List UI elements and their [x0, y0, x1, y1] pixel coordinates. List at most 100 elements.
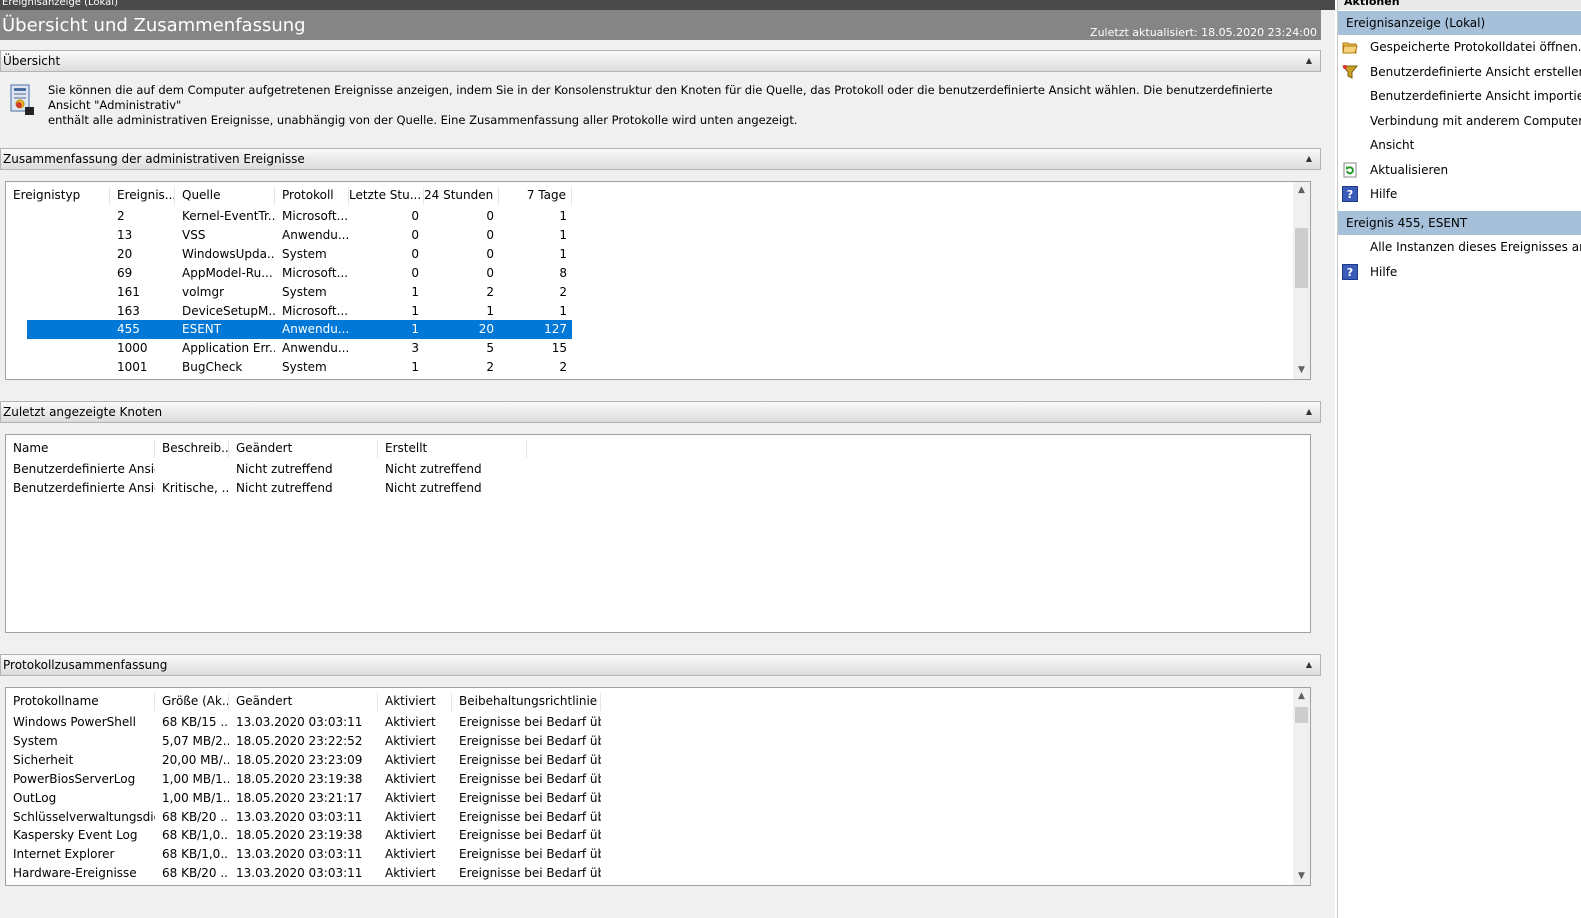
column-header[interactable]: Protokoll: [275, 187, 349, 205]
table-row[interactable]: Windows PowerShell 68 KB/15 ... 13.03.2020…: [6, 713, 601, 732]
table-row[interactable]: 1001 BugCheck System 1 2 2: [6, 358, 572, 377]
table-row[interactable]: Sicherheit 20,00 MB/... 18.05.2020 23:23:0…: [6, 751, 601, 770]
collapse-icon[interactable]: ▲: [1306, 402, 1312, 422]
table-cell: System: [282, 246, 327, 261]
overview-section-header[interactable]: Übersicht ▲: [0, 50, 1321, 72]
table-row[interactable]: System 5,07 MB/2... 18.05.2020 23:22:52 Akt…: [6, 732, 601, 751]
table-row[interactable]: Hardware-Ereignisse 68 KB/20 ... 13.03.202…: [6, 864, 601, 883]
actions-group-event[interactable]: Ereignis 455, ESENT: [1338, 211, 1581, 235]
recent-nodes-table[interactable]: Name Beschreib... Geändert Erstellt Benutzer…: [5, 434, 1311, 633]
vertical-scrollbar[interactable]: ▲ ▼: [1293, 688, 1310, 885]
column-header[interactable]: Name: [6, 440, 155, 458]
table-row[interactable]: 20 WindowsUpda... System 0 0 1: [6, 245, 572, 264]
table-row[interactable]: 163 DeviceSetupM... Microsoft... 1 1 1: [6, 302, 572, 321]
actions-pane: Aktionen Ereignisanzeige (Lokal) Gespeic…: [1337, 0, 1581, 918]
column-header[interactable]: Letzte Stu...: [349, 187, 424, 205]
actions-title: Aktionen: [1338, 0, 1581, 10]
table-cell: Ereignisse bei Bedarf üb...: [459, 715, 601, 729]
column-header[interactable]: Geändert: [229, 693, 378, 711]
vertical-scrollbar[interactable]: ▲ ▼: [1293, 182, 1310, 379]
collapse-icon[interactable]: ▲: [1306, 51, 1312, 71]
table-cell: 0: [486, 246, 494, 261]
table-cell: 0: [411, 227, 419, 242]
table-cell: Aktiviert: [385, 733, 436, 748]
action-ansicht[interactable]: Ansicht: [1338, 134, 1581, 156]
table-cell: 0: [486, 265, 494, 280]
column-header[interactable]: Beibehaltungsrichtlinie: [452, 693, 601, 711]
table-row[interactable]: Internet Explorer 68 KB/1,0... 13.03.2020 …: [6, 845, 601, 864]
table-cell: 1: [559, 303, 567, 318]
action-alle-instanzen-dieses-ereignisses-anzeigen[interactable]: Alle Instanzen dieses Ereignisses anzeig…: [1338, 236, 1581, 258]
action-gespeicherte-protokolldatei-öffnen[interactable]: Gespeicherte Protokolldatei öffnen...: [1338, 36, 1581, 58]
table-cell: Aktiviert: [385, 828, 436, 843]
column-header[interactable]: Erstellt: [378, 440, 527, 458]
scroll-down-icon[interactable]: ▼: [1293, 868, 1310, 885]
scroll-up-icon[interactable]: ▲: [1293, 182, 1310, 199]
table-cell: 0: [486, 227, 494, 242]
table-row[interactable]: 13 VSS Anwendu... 0 0 1: [6, 226, 572, 245]
table-cell: 18.05.2020 23:19:38: [236, 828, 363, 843]
table-cell: 0: [411, 209, 419, 223]
column-header[interactable]: Größe (Ak...: [155, 693, 229, 711]
action-aktualisieren[interactable]: Aktualisieren: [1338, 159, 1581, 181]
action-benutzerdefinierte-ansicht-importieren[interactable]: Benutzerdefinierte Ansicht importieren..…: [1338, 85, 1581, 107]
table-row[interactable]: Kaspersky Event Log 68 KB/1,0... 18.05.202…: [6, 826, 601, 845]
table-cell: 2: [559, 284, 567, 299]
column-header[interactable]: Ereignis...: [110, 187, 175, 205]
action-label: Hilfe: [1370, 264, 1398, 279]
column-header[interactable]: 7 Tage: [499, 187, 572, 205]
scroll-down-icon[interactable]: ▼: [1293, 362, 1310, 379]
table-cell: Ereignisse bei Bedarf üb...: [459, 847, 601, 862]
column-header[interactable]: Protokollname: [6, 693, 155, 711]
table-cell: Nicht zutreffend: [385, 481, 482, 495]
table-cell: Anwendu...: [282, 227, 349, 242]
recent-nodes-section-header[interactable]: Zuletzt angezeigte Knoten ▲: [0, 401, 1321, 423]
admin-summary-section-header[interactable]: Zusammenfassung der administrativen Erei…: [0, 148, 1321, 170]
table-row[interactable]: OutLog 1,00 MB/1... 18.05.2020 23:21:17 Akt…: [6, 789, 601, 808]
column-header[interactable]: Geändert: [229, 440, 378, 458]
table-row[interactable]: Benutzerdefinierte Ansic... Nicht zutreff…: [6, 460, 527, 479]
table-row[interactable]: 69 AppModel-Ru... Microsoft... 0 0 8: [6, 264, 572, 283]
help-icon: ?: [1342, 263, 1358, 280]
column-header[interactable]: Quelle: [175, 187, 275, 205]
column-header[interactable]: Ereignistyp: [6, 187, 110, 205]
column-header[interactable]: 24 Stunden: [424, 187, 499, 205]
table-cell: 1: [559, 246, 567, 261]
action-hilfe[interactable]: ? Hilfe: [1338, 183, 1581, 205]
table-cell: 0: [486, 209, 494, 223]
action-hilfe[interactable]: ? Hilfe: [1338, 261, 1581, 283]
scroll-thumb[interactable]: [1295, 707, 1308, 723]
column-header[interactable]: Beschreib...: [155, 440, 229, 458]
action-label: Ansicht: [1370, 138, 1415, 152]
table-cell: Anwendu...: [282, 341, 349, 356]
collapse-icon[interactable]: ▲: [1306, 149, 1312, 169]
column-header[interactable]: Aktiviert: [378, 693, 452, 711]
table-cell: VSS: [182, 227, 206, 242]
admin-summary-table[interactable]: ▲ ▼ Ereignistyp Ereignis... Quelle Protokol…: [5, 181, 1311, 380]
table-row[interactable]: 1000 Application Err... Anwendu... 3 5 15: [6, 339, 572, 358]
table-row[interactable]: Schlüsselverwaltungsdie... 68 KB/20 ... 13…: [6, 808, 601, 827]
page-header: Übersicht und Zusammenfassung Zuletzt ak…: [0, 10, 1321, 40]
log-summary-table[interactable]: ▲ ▼ Protokollname Größe (Ak... Geändert Akt…: [5, 687, 1311, 886]
table-cell: Ereignisse bei Bedarf üb...: [459, 828, 601, 843]
actions-group-eventviewer[interactable]: Ereignisanzeige (Lokal): [1338, 11, 1581, 35]
collapse-icon[interactable]: ▲: [1306, 655, 1312, 675]
table-cell: Aktiviert: [385, 752, 436, 767]
table-row[interactable]: PowerBiosServerLog 1,00 MB/1... 18.05.2020…: [6, 770, 601, 789]
table-row[interactable]: 161 volmgr System 1 2 2: [6, 283, 572, 302]
table-cell: Aktiviert: [385, 715, 436, 729]
table-cell: 1000: [117, 341, 148, 356]
table-row[interactable]: 2 Kernel-EventTr... Microsoft... 0 0 1: [6, 207, 572, 226]
log-summary-title: Protokollzusammenfassung: [3, 658, 168, 672]
table-row[interactable]: Benutzerdefinierte Ansic... Kritische, ..…: [6, 479, 527, 498]
action-verbindung-mit-anderem-computer-herstellen[interactable]: Verbindung mit anderem Computer herstell…: [1338, 110, 1581, 132]
scroll-thumb[interactable]: [1295, 228, 1308, 288]
action-benutzerdefinierte-ansicht-erstellen[interactable]: Benutzerdefinierte Ansicht erstellen...: [1338, 61, 1581, 83]
table-cell: 1: [559, 227, 567, 242]
table-cell: 13.03.2020 03:03:11: [236, 809, 363, 824]
table-row[interactable]: 455 ESENT Anwendu... 1 20 127: [27, 320, 572, 340]
scroll-up-icon[interactable]: ▲: [1293, 688, 1310, 705]
log-summary-section-header[interactable]: Protokollzusammenfassung ▲: [0, 654, 1321, 676]
overview-description: Sie können die auf dem Computer aufgetre…: [48, 83, 1308, 128]
table-cell: Sicherheit: [13, 752, 74, 767]
